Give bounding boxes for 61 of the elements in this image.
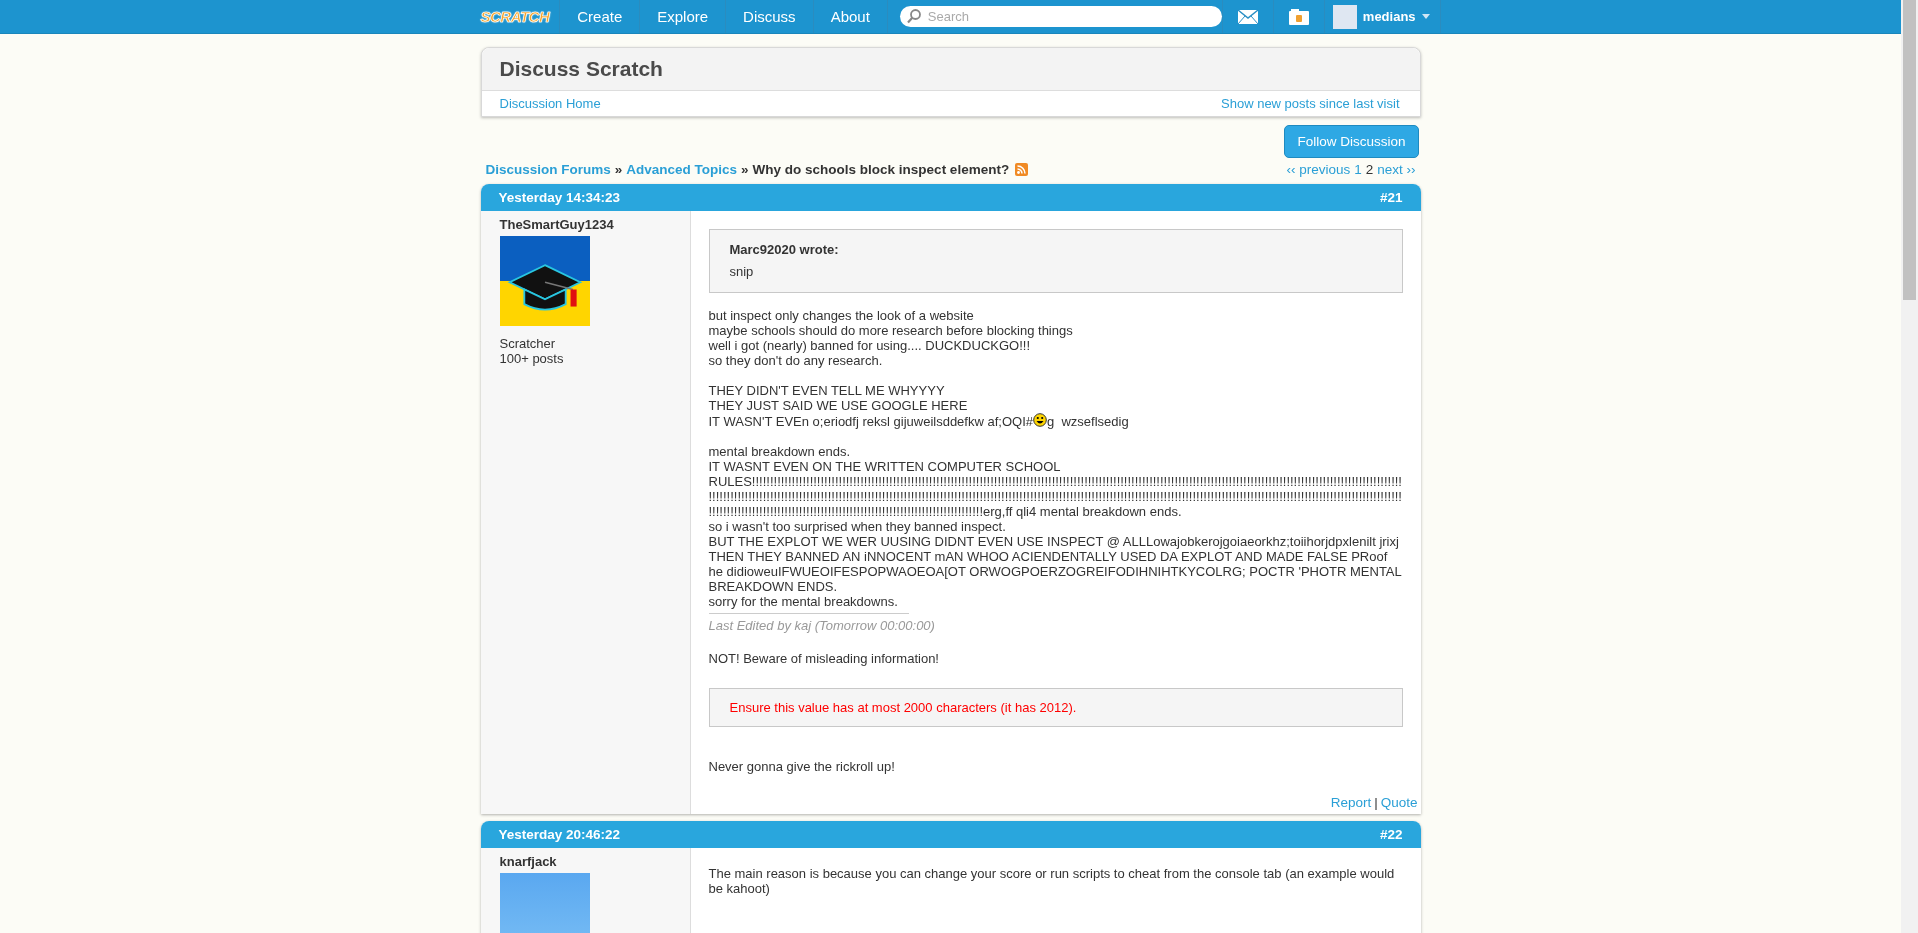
breadcrumb-link[interactable]: Discussion Forums	[485, 162, 611, 177]
caret-icon[interactable]	[1421, 14, 1430, 19]
action-separator: |	[1374, 795, 1378, 810]
folder-icon[interactable]	[1287, 7, 1310, 26]
previous-page-link[interactable]: ‹‹ previous	[1286, 162, 1351, 177]
error-message: Ensure this value has at most 2000 characters (it has 2012).	[729, 700, 1077, 715]
post-text-line: mental breakdown ends.	[708, 444, 852, 459]
post-text-line: but inspect only changes the look of a website	[708, 308, 975, 323]
page-number: 2	[1365, 162, 1374, 177]
user-avatar[interactable]	[1332, 4, 1357, 29]
envelope-icon[interactable]	[1236, 8, 1259, 25]
post-text-line: maybe schools should do more research before blocking things	[708, 323, 1074, 338]
post-text-line: BUT THE EXPLOT WE WER UUSING DIDNT EVEN USE INSPECT @ ALLLowajobkerojgoiaeorkhz;toiihorjdpxlenilt jrixj	[708, 534, 1400, 549]
new-posts-link[interactable]: Show new posts since last visit	[1221, 96, 1400, 111]
post-text-line: THEY JUST SAID WE USE GOOGLE HERE	[708, 398, 969, 413]
scratch-logo[interactable]: SCRATCH	[480, 0, 560, 33]
post-time: Yesterday 20:46:22	[498, 827, 621, 842]
page-number[interactable]: 1	[1354, 162, 1362, 177]
post-number-link[interactable]: #22	[1379, 827, 1403, 842]
author-name-link[interactable]: TheSmartGuy1234	[499, 217, 680, 232]
breadcrumb-separator: »	[614, 162, 623, 177]
topic-title: Why do schools block inspect element?	[752, 162, 1010, 177]
post-text-line: THEY DIDN'T EVEN TELL ME WHYYYY	[708, 383, 946, 398]
follow-discussion-button[interactable]: Follow Discussion	[1284, 125, 1419, 158]
rss-feed-icon[interactable]	[1015, 163, 1029, 176]
breadcrumb-link[interactable]: Advanced Topics	[626, 162, 738, 177]
post-text: IT WASN'T EVEn o;eriodfj reksl gijuweilsddefkw af;OQI#	[708, 414, 1033, 429]
post-count: 100+ posts	[499, 351, 565, 366]
quote-text: snip	[729, 264, 755, 279]
breadcrumb-separator: »	[741, 162, 749, 177]
post-action-link[interactable]: Quote	[1380, 795, 1418, 810]
nav-link[interactable]: Explore	[639, 0, 726, 33]
post-text-line: Never gonna give the rickroll up!	[708, 759, 896, 774]
post-time: Yesterday 14:34:23	[498, 190, 621, 205]
discussion-home-link[interactable]: Discussion Home	[499, 96, 601, 111]
search-field[interactable]: Search	[899, 6, 1222, 27]
nav-link[interactable]: Create	[559, 0, 640, 33]
nav-link[interactable]: About	[812, 0, 888, 33]
post-text-line: IT WASNT EVEN ON THE WRITTEN COMPUTER SCHOOL	[708, 459, 1062, 474]
post-text-line: sorry for the mental breakdowns.	[708, 594, 899, 609]
last-edited-note: Last Edited by kaj (Tomorrow 00:00:00)	[708, 618, 936, 633]
post-text-line: so i wasn't too surprised when they banned inspect.	[708, 519, 1007, 534]
next-page-link[interactable]: next ››	[1377, 162, 1416, 177]
post-text-line: The main reason is because you can change your score or run scripts to cheat from the console tab (an example would be kahoot)	[708, 866, 1396, 896]
username-link[interactable]: medians	[1362, 9, 1416, 24]
smiley-icon	[1033, 413, 1047, 427]
author-name-link[interactable]: knarfjack	[499, 854, 680, 869]
quote-author: Marc92020 wrote:	[729, 242, 840, 257]
post-action-link[interactable]: Report	[1330, 795, 1372, 810]
post-text-line: THEN THEY BANNED AN iNNOCENT mAN WHOO ACIENDENTALLY USED DA EXPLOT AND MADE FALSE PRoof he didioweuIFWUEOIFESPOPWAOEOA[OT ORWOGPOERZOGREIFODIHNIHTKYCOLRG; POCTR 'PHOTR MENTAL BREAKDOWN ENDS.	[708, 549, 1403, 594]
post-text-line: well i got (nearly) banned for using.... DUCKDUCKGO!!!	[708, 338, 1031, 353]
nav-link[interactable]: Discuss	[725, 0, 813, 33]
post-text-line: RULES!!!!!!!!!!!!!!!!!!!!!!!!!!!!!!!!!!!!!!!!!!!!!!!!!!!!!!!!!!!!!!!!!!!!!!!!!!!!!!!!!!!!!!!!!!!!!!!!!!!!!!!!!!!!!!!!!!!!!!!!!!!!!!!!!!!!!!!!!!!!!!!!!!!!!!!!!!!!!!!!!!!!!!!!!!!!!!!!!!!!!!!!!!!!!!!!!!!!!!!!!!!!!!!!!!!!!!!!!!!!!!!!!!!!!!!!!!!!!!!!!!!!!!!!!!!!!!!!!!!!!!!!!!!!!!!!!!!!!!!!!!!!!!!!!!!!!!!!!!!!!!!!!!!!!!!!!!!!!!!!!!!!!!!!!!!!!!!!!!!!!!!!!!!!!!!!!!!!!!!!!!!!!!!!!!!!!!!!!!!!!!!!!!!!!!!!!!!!!!!!!!!!!!!!!!!!!!!!!!!!!!!!!!!!!!!!!!!!!!!!!!!!!!!!erg,ff qli4 mental breakdown ends.	[708, 474, 1403, 519]
post-text: g wzseflsedig	[1047, 414, 1129, 429]
page-title: Discuss Scratch	[499, 57, 663, 81]
scrollbar[interactable]	[1901, 0, 1918, 933]
post-number-link[interactable]: #21	[1379, 190, 1403, 205]
scrollbar-thumb[interactable]	[1903, 0, 1916, 300]
user-rank: Scratcher	[499, 336, 557, 351]
post-text-line: NOT! Beware of misleading information!	[708, 651, 940, 666]
post-text-line: so they don't do any research.	[708, 353, 884, 368]
